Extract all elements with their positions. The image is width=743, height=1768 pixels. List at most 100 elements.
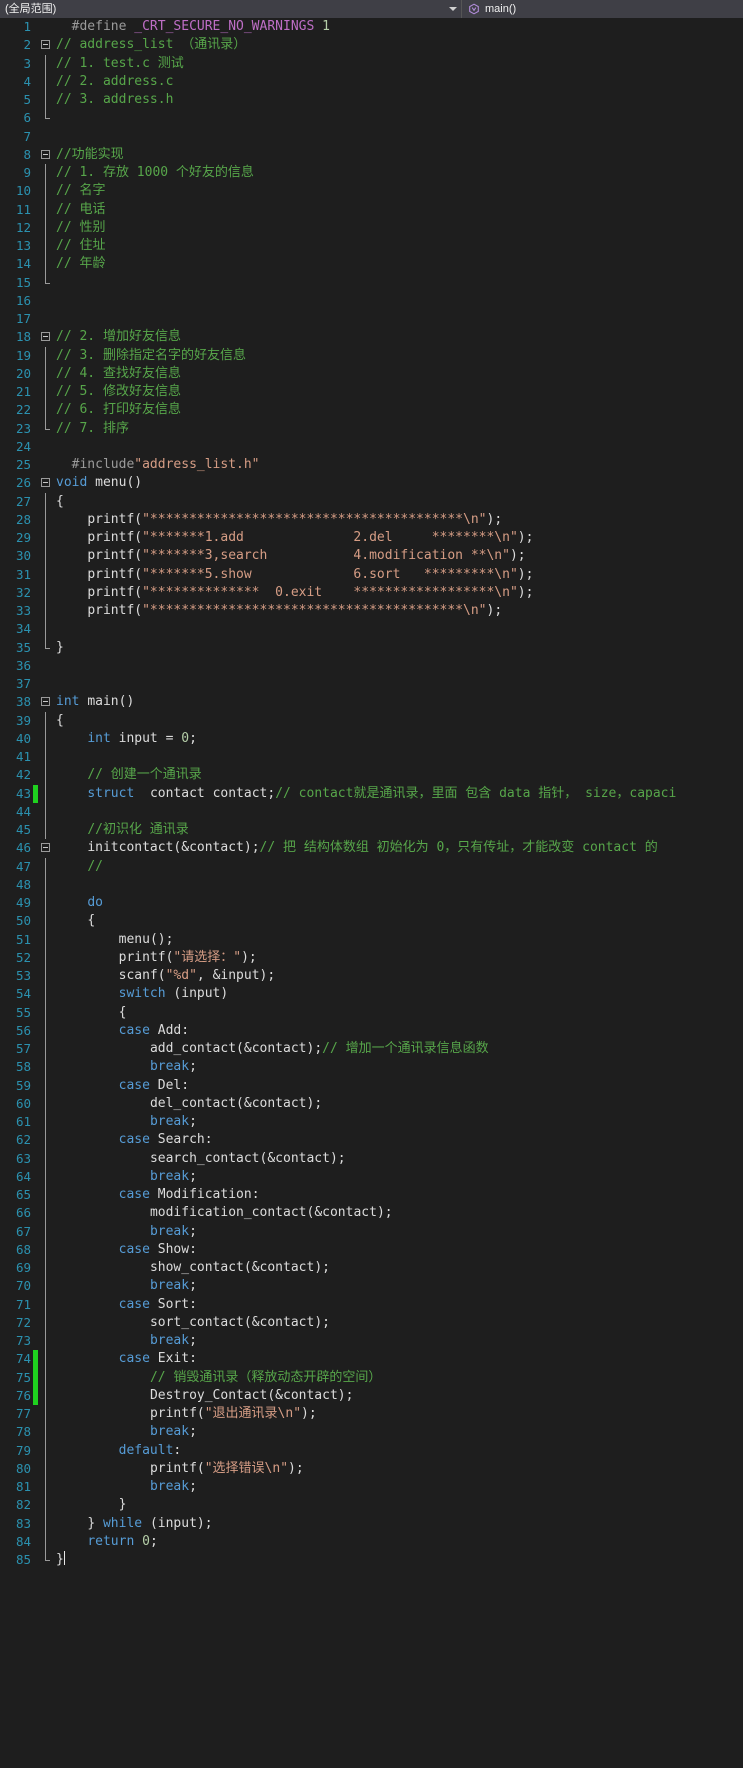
code-line[interactable]: 76 Destroy_Contact(&contact);: [0, 1386, 743, 1405]
code-line[interactable]: 4 // 2. address.c: [0, 72, 743, 91]
code-line[interactable]: 70 break;: [0, 1277, 743, 1296]
code-line[interactable]: 73 break;: [0, 1332, 743, 1351]
code-line[interactable]: 51 menu();: [0, 930, 743, 949]
code-line[interactable]: 80 printf("选择错误\n");: [0, 1459, 743, 1478]
code-line[interactable]: 6: [0, 109, 743, 127]
code-line[interactable]: 55 {: [0, 1003, 743, 1022]
code-line[interactable]: 53 scanf("%d", &input);: [0, 967, 743, 986]
fold-toggle-icon[interactable]: [38, 839, 56, 857]
code-line[interactable]: 36: [0, 657, 743, 675]
code-line[interactable]: 7: [0, 128, 743, 146]
code-line[interactable]: 68 case Show:: [0, 1240, 743, 1259]
code-line[interactable]: 61 break;: [0, 1113, 743, 1132]
code-line[interactable]: 63 search_contact(&contact);: [0, 1149, 743, 1168]
code-line[interactable]: 45 //初识化 通讯录: [0, 821, 743, 840]
code-line[interactable]: 10 // 名字: [0, 182, 743, 201]
member-dropdown[interactable]: main(): [462, 0, 743, 18]
code-line[interactable]: 54 switch (input): [0, 985, 743, 1004]
code-line[interactable]: 58 break;: [0, 1058, 743, 1077]
code-line[interactable]: 42 // 创建一个通讯录: [0, 766, 743, 785]
code-line[interactable]: 50 {: [0, 912, 743, 931]
code-line[interactable]: 65 case Modification:: [0, 1186, 743, 1205]
code-line[interactable]: 46 initcontact(&contact);// 把 结构体数组 初始化为…: [0, 839, 743, 857]
code-line[interactable]: 18 // 2. 增加好友信息: [0, 328, 743, 346]
code-line[interactable]: 62 case Search:: [0, 1131, 743, 1150]
code-line[interactable]: 23 // 7. 排序: [0, 419, 743, 438]
fold-toggle-icon[interactable]: [38, 146, 56, 164]
code-line[interactable]: 72 sort_contact(&contact);: [0, 1313, 743, 1332]
fold-toggle-icon[interactable]: [38, 474, 56, 492]
fold-toggle-icon[interactable]: [38, 328, 56, 346]
code-line[interactable]: 27 {: [0, 492, 743, 511]
code-line[interactable]: 71 case Sort:: [0, 1295, 743, 1314]
code-line[interactable]: 64 break;: [0, 1167, 743, 1186]
code-line[interactable]: 17: [0, 310, 743, 328]
fold-guide-line: [38, 1259, 56, 1278]
code-line[interactable]: 29 printf("*******1.add 2.del ********\n…: [0, 529, 743, 548]
code-line[interactable]: 39 {: [0, 711, 743, 730]
fold-toggle-icon[interactable]: [38, 36, 56, 54]
code-line[interactable]: 14 // 年龄: [0, 255, 743, 274]
code-line[interactable]: 35}: [0, 638, 743, 657]
code-line[interactable]: 75 // 销毁通讯录（释放动态开辟的空间）: [0, 1368, 743, 1387]
code-line[interactable]: 59 case Del:: [0, 1076, 743, 1095]
code-line[interactable]: 3 // 1. test.c 测试: [0, 54, 743, 73]
code-line[interactable]: 41: [0, 748, 743, 767]
code-line[interactable]: 37: [0, 675, 743, 693]
code-editor-surface[interactable]: 1 #define _CRT_SECURE_NO_WARNINGS 1 2// a…: [0, 18, 743, 1768]
code-line[interactable]: 21 // 5. 修改好友信息: [0, 383, 743, 402]
code-line[interactable]: 22 // 6. 打印好友信息: [0, 401, 743, 420]
code-line[interactable]: 19 // 3. 删除指定名字的好友信息: [0, 346, 743, 365]
fold-guide-line: [38, 182, 56, 201]
code-line[interactable]: 24: [0, 438, 743, 456]
code-line[interactable]: 44: [0, 802, 743, 821]
code-line[interactable]: 52 printf("请选择：");: [0, 948, 743, 967]
code-line[interactable]: 78 break;: [0, 1423, 743, 1442]
code-line[interactable]: 82 }: [0, 1496, 743, 1515]
scope-dropdown[interactable]: (全局范围): [0, 0, 462, 18]
code-line[interactable]: 5 // 3. address.h: [0, 91, 743, 110]
code-line[interactable]: 20 // 4. 查找好友信息: [0, 364, 743, 383]
code-line[interactable]: 43 struct contact contact;// contact就是通讯…: [0, 784, 743, 803]
code-line[interactable]: 15: [0, 273, 743, 292]
code-line[interactable]: 25 #include"address_list.h": [0, 456, 743, 474]
code-line[interactable]: 13 // 住址: [0, 237, 743, 256]
code-line[interactable]: 83 } while (input);: [0, 1514, 743, 1533]
code-line[interactable]: 34: [0, 620, 743, 639]
code-line[interactable]: 85}: [0, 1551, 743, 1569]
code-line[interactable]: 66 modification_contact(&contact);: [0, 1204, 743, 1223]
code-line[interactable]: 12 // 性别: [0, 218, 743, 237]
code-line[interactable]: 28 printf("*****************************…: [0, 510, 743, 529]
code-line[interactable]: 38 int main(): [0, 693, 743, 711]
code-line[interactable]: 48: [0, 875, 743, 894]
code-line[interactable]: 77 printf("退出通讯录\n");: [0, 1405, 743, 1424]
code-line[interactable]: 16: [0, 292, 743, 310]
code-line[interactable]: 26 void menu(): [0, 474, 743, 492]
fold-toggle-icon[interactable]: [38, 693, 56, 711]
code-line[interactable]: 31 printf("*******5.show 6.sort ********…: [0, 565, 743, 584]
code-line[interactable]: 32 printf("************** 0.exit *******…: [0, 583, 743, 602]
line-number: 7: [23, 128, 31, 144]
code-line[interactable]: 1 #define _CRT_SECURE_NO_WARNINGS 1: [0, 18, 743, 36]
code-line[interactable]: 9 // 1. 存放 1000 个好友的信息: [0, 164, 743, 183]
code-line[interactable]: 11 // 电话: [0, 200, 743, 219]
code-line[interactable]: 40 int input = 0;: [0, 729, 743, 748]
code-line[interactable]: 33 printf("*****************************…: [0, 602, 743, 621]
code-line[interactable]: 84 return 0;: [0, 1532, 743, 1551]
code-line[interactable]: 60 del_contact(&contact);: [0, 1094, 743, 1113]
code-line[interactable]: 79 default:: [0, 1441, 743, 1460]
code-line[interactable]: 49 do: [0, 894, 743, 913]
code-line[interactable]: 69 show_contact(&contact);: [0, 1259, 743, 1278]
fold-guide-line: [38, 875, 56, 894]
code-line[interactable]: 8 //功能实现: [0, 146, 743, 164]
code-line[interactable]: 67 break;: [0, 1222, 743, 1241]
code-line[interactable]: 30 printf("*******3,search 4.modificatio…: [0, 547, 743, 566]
code-line[interactable]: 57 add_contact(&contact);// 增加一个通讯录信息函数: [0, 1040, 743, 1059]
code-line[interactable]: 81 break;: [0, 1478, 743, 1497]
code-line[interactable]: 47 //: [0, 857, 743, 876]
code-text: show_contact(&contact);: [149, 1260, 330, 1275]
code-line[interactable]: 56 case Add:: [0, 1021, 743, 1040]
code-text: // 2. 增加好友信息: [56, 329, 181, 345]
code-line[interactable]: 2 // address_list （通讯录）: [0, 36, 743, 54]
code-line[interactable]: 74 case Exit:: [0, 1350, 743, 1369]
